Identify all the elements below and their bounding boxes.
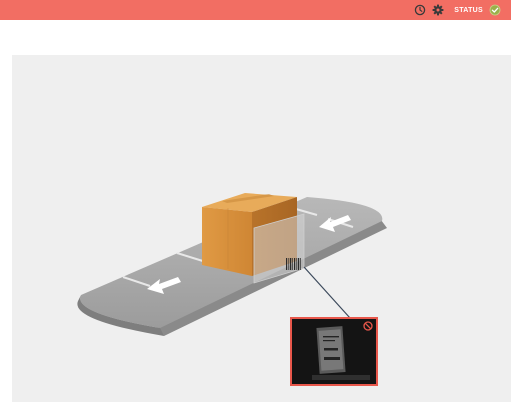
gear-icon[interactable] (432, 4, 444, 16)
status-label[interactable]: STATUS (454, 7, 483, 14)
top-bar: STATUS (0, 0, 511, 20)
camera-preview[interactable] (290, 317, 378, 386)
conveyor-scene (77, 193, 387, 386)
scene-canvas (12, 55, 511, 402)
toolbar: STATUS (414, 0, 501, 20)
check-circle-icon (489, 4, 501, 16)
history-icon[interactable] (414, 4, 426, 16)
